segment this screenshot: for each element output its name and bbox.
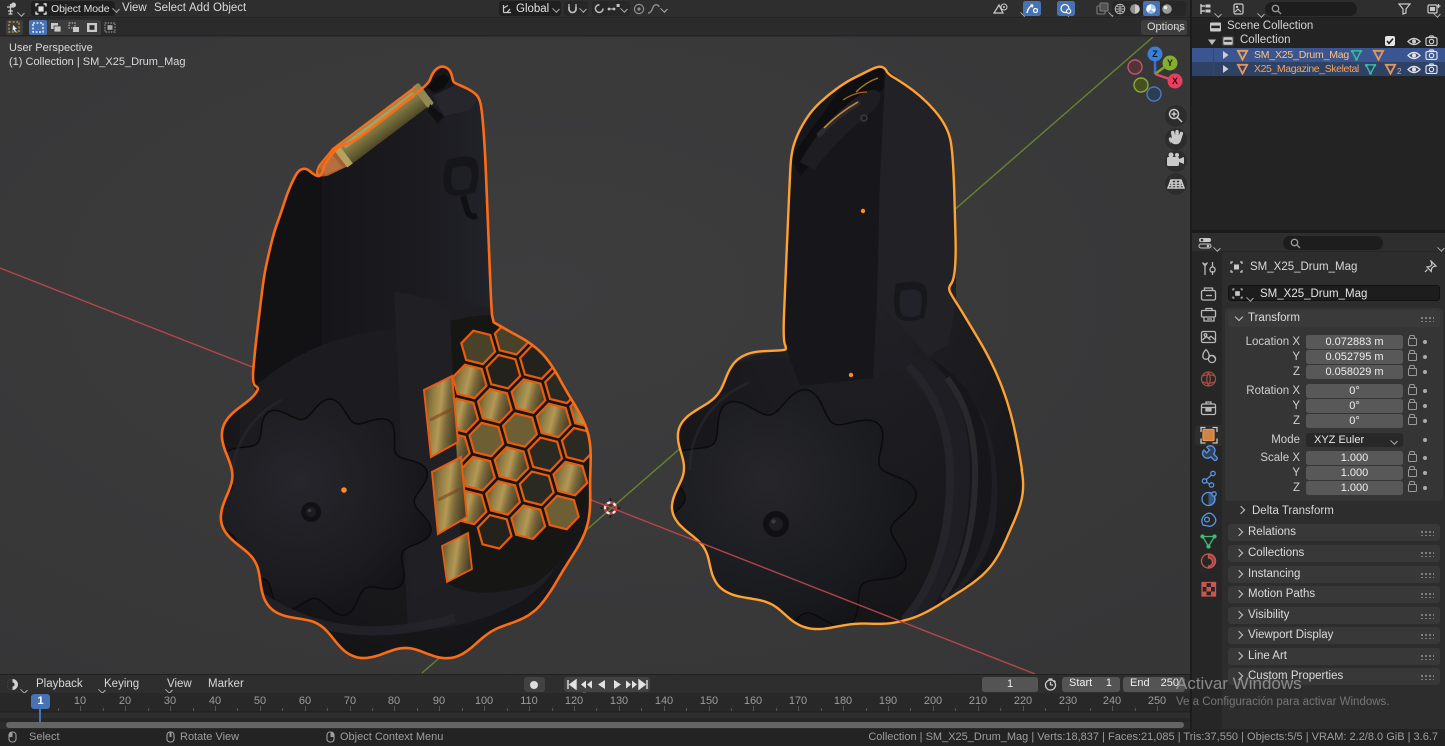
svg-text:X: X (1172, 76, 1178, 86)
svg-text:Y: Y (1167, 58, 1173, 68)
svg-text:User Perspective: User Perspective (9, 42, 93, 54)
svg-text:(1) Collection | SM_X25_Drum_M: (1) Collection | SM_X25_Drum_Mag (9, 56, 185, 68)
svg-text:Z: Z (1152, 49, 1158, 59)
